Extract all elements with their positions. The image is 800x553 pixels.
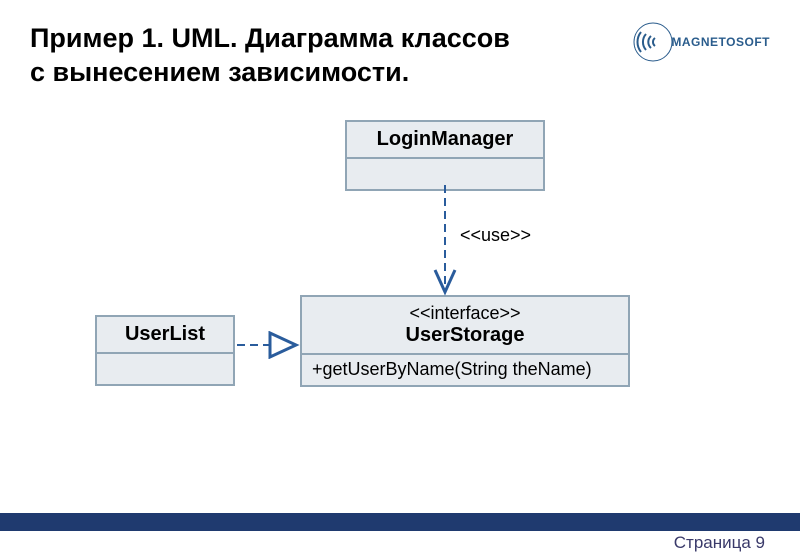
slide-title: Пример 1. UML. Диаграмма классов с вынес…: [30, 22, 510, 90]
title-line-1: Пример 1. UML. Диаграмма классов: [30, 23, 510, 53]
class-name: <<interface>> UserStorage: [302, 297, 628, 355]
logo-text: MAGNETOSOFT: [671, 35, 770, 49]
footer-bar: [0, 513, 800, 531]
header: Пример 1. UML. Диаграмма классов с вынес…: [0, 0, 800, 100]
class-name: LoginManager: [347, 122, 543, 159]
logo-icon: [633, 22, 673, 62]
class-userlist: UserList: [95, 315, 235, 386]
class-login-manager: LoginManager: [345, 120, 545, 191]
class-name: UserList: [97, 317, 233, 354]
stereotype: <<interface>>: [316, 303, 614, 324]
class-method: +getUserByName(String theName): [302, 355, 628, 385]
page-number: Страница 9: [674, 533, 765, 553]
logo: MAGNETOSOFT: [633, 22, 770, 62]
uml-diagram: LoginManager UserList <<interface>> User…: [0, 120, 800, 500]
class-userstorage: <<interface>> UserStorage +getUserByName…: [300, 295, 630, 387]
use-stereotype-label: <<use>>: [460, 225, 531, 246]
class-body: [347, 159, 543, 189]
class-body: [97, 354, 233, 384]
class-name-text: UserStorage: [406, 324, 525, 346]
title-line-2: с вынесением зависимости.: [30, 57, 409, 87]
